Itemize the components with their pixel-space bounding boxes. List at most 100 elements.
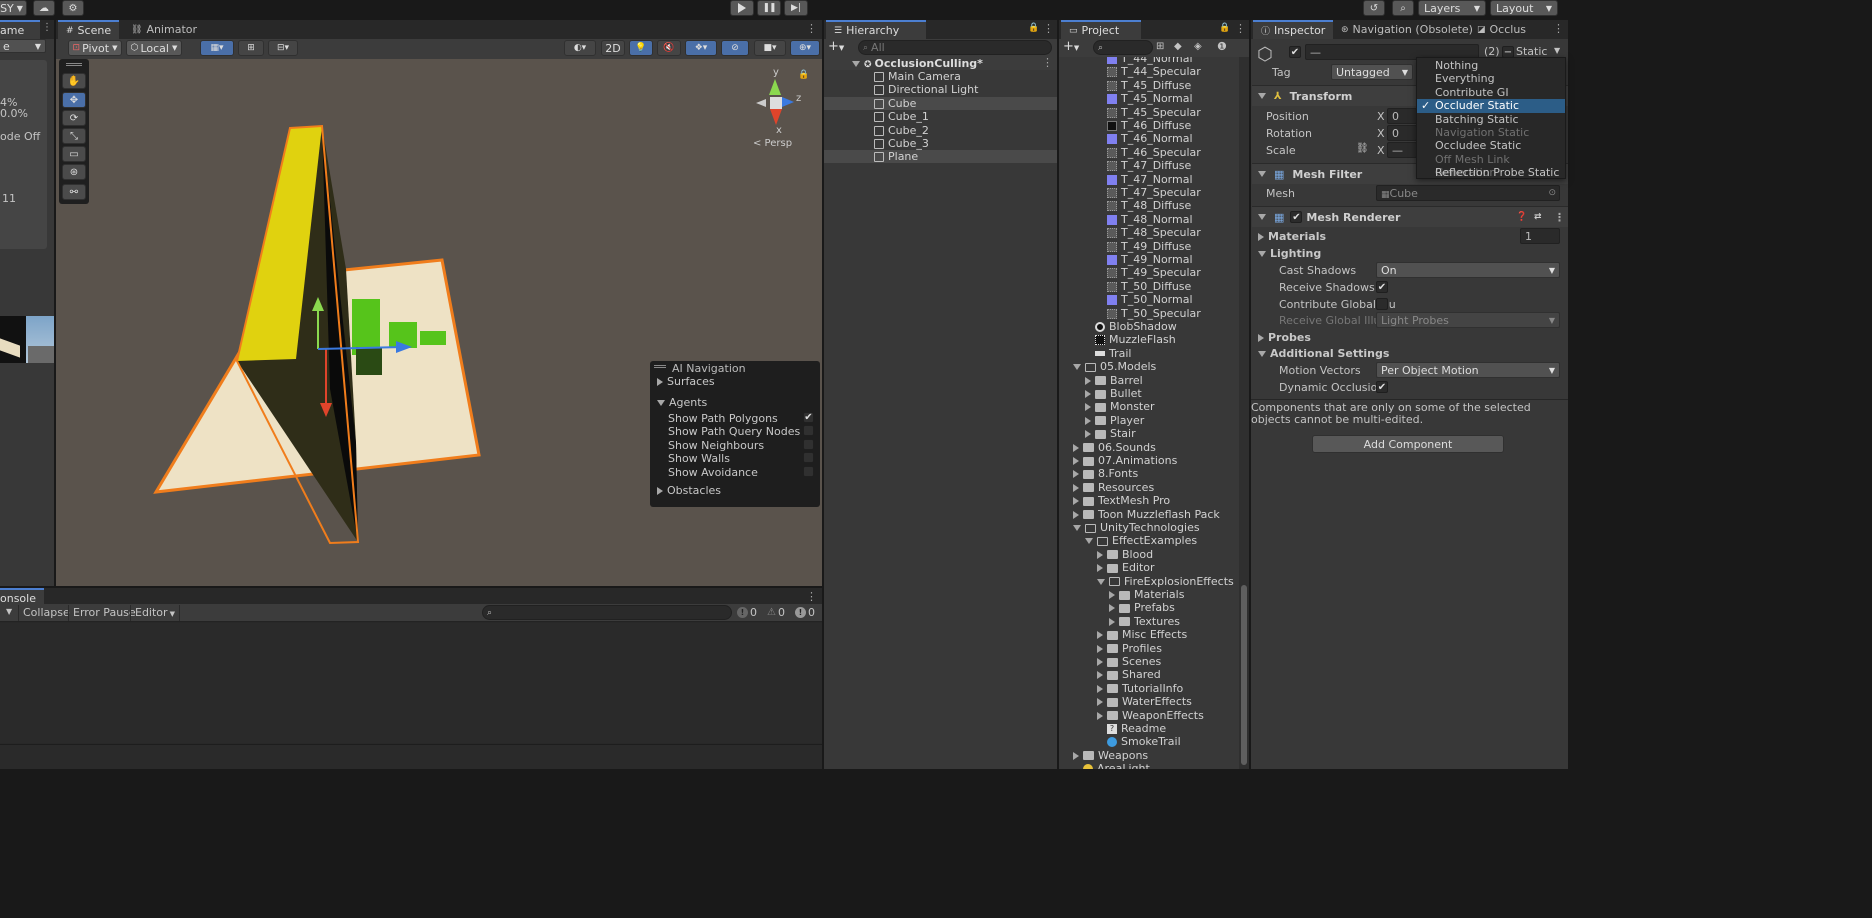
console-more-icon[interactable]: ⋮ (806, 590, 817, 603)
nav-option-checkbox[interactable]: ✔ (803, 412, 814, 423)
project-texture-item[interactable]: T_48_Specular (1107, 226, 1201, 239)
gizmos-dropdown[interactable]: ⊕▾ (790, 40, 820, 56)
hierarchy-item[interactable]: Main Camera (824, 70, 1057, 83)
project-folder-item[interactable]: Barrel (1085, 374, 1143, 387)
pause-button[interactable]: ❚❚ (757, 0, 781, 16)
project-texture-item[interactable]: T_50_Normal (1107, 293, 1193, 306)
step-button[interactable]: ▶| (784, 0, 808, 16)
project-folder-item[interactable]: Shared (1097, 668, 1161, 681)
collapse-button[interactable]: Collapse (18, 605, 74, 621)
active-checkbox[interactable]: ✔ (1289, 46, 1301, 58)
audio-toggle[interactable]: 🔇 (657, 40, 681, 56)
project-folder-item[interactable]: EffectExamples (1085, 534, 1197, 547)
project-texture-item[interactable]: T_49_Specular (1107, 266, 1201, 279)
hierarchy-search-input[interactable]: ⌕ All (858, 40, 1052, 55)
visibility-toggle[interactable]: ⊘ (721, 40, 749, 56)
gizmo-z-cone[interactable] (782, 97, 794, 107)
project-folder-item[interactable]: Weapons (1073, 749, 1148, 762)
hierarchy-item[interactable]: Cube_3 (824, 137, 1057, 150)
local-dropdown[interactable]: ⬡ Local ▼ (126, 40, 182, 56)
nav-option-checkbox[interactable] (803, 452, 814, 464)
project-texture-item[interactable]: T_47_Normal (1107, 173, 1193, 186)
project-texture-item[interactable]: T_46_Diffuse (1107, 119, 1191, 132)
project-folder-item[interactable]: Resources (1073, 481, 1154, 494)
project-folder-item[interactable]: 8.Fonts (1073, 467, 1138, 480)
project-folder-item[interactable]: Editor (1097, 561, 1155, 574)
editor-dropdown[interactable]: Editor ▼ (130, 605, 180, 621)
project-texture-item[interactable]: T_46_Normal (1107, 132, 1193, 145)
project-more-icon[interactable]: ⋮ (1235, 22, 1246, 35)
hidden-packages-icon[interactable]: ❶ (1217, 40, 1227, 53)
hierarchy-item[interactable]: Cube (824, 96, 1057, 110)
project-folder-item[interactable]: 06.Sounds (1073, 441, 1156, 454)
play-button[interactable] (730, 0, 754, 16)
project-folder-item[interactable]: WaterEffects (1097, 695, 1192, 708)
palette-grip[interactable] (66, 63, 82, 66)
search-by-label-icon[interactable]: ◆ (1174, 41, 1182, 52)
project-texture-item[interactable]: T_47_Specular (1107, 186, 1201, 199)
console-detail-area[interactable] (0, 744, 822, 769)
project-asset-item[interactable]: MuzzleFlash (1095, 333, 1176, 346)
gizmo-left-cone[interactable] (756, 99, 766, 107)
create-dropdown[interactable]: +▼ (828, 40, 844, 55)
tab-inspector[interactable]: ⓘ Inspector (1253, 20, 1334, 39)
project-asset-item[interactable]: AreaLight (1083, 762, 1150, 769)
probes-foldout[interactable]: Probes (1258, 329, 1311, 346)
obstacles-foldout[interactable]: Obstacles (657, 484, 721, 497)
layers-dropdown[interactable]: Layers ▼ (1418, 0, 1486, 16)
static-menu-item[interactable]: Batching Static (1417, 113, 1565, 126)
transform-tool[interactable]: ⊛ (62, 164, 86, 180)
tab-animator[interactable]: ⛓ Animator (123, 20, 205, 39)
project-texture-item[interactable]: T_50_Specular (1107, 307, 1201, 320)
nav-option-checkbox[interactable] (803, 438, 814, 450)
rotate-tool[interactable]: ⟳ (62, 110, 86, 126)
scene-more-icon[interactable]: ⋮ (1042, 56, 1053, 69)
nav-option-checkbox[interactable] (803, 425, 814, 437)
project-folder-item[interactable]: Stair (1085, 427, 1136, 440)
project-folder-item[interactable]: 05.Models (1073, 360, 1156, 373)
project-folder-item[interactable]: Textures (1109, 615, 1180, 628)
overlay-grip[interactable] (654, 365, 666, 368)
tab-scene[interactable]: # Scene (58, 20, 120, 39)
position-x-field[interactable]: 0 (1387, 108, 1417, 124)
static-menu-item[interactable]: Nothing (1417, 59, 1565, 72)
mesh-renderer-enabled-checkbox[interactable]: ✔ (1290, 211, 1303, 223)
error-count[interactable]: ! 0 (795, 606, 815, 619)
additional-settings-foldout[interactable]: Additional Settings (1258, 345, 1389, 362)
project-folder-item[interactable]: UnityTechnologies (1073, 521, 1200, 534)
mesh-renderer-header[interactable]: ▦ ✔ Mesh Renderer ❓ ⇄ ⋮ (1252, 206, 1568, 227)
hierarchy-item[interactable]: Plane (824, 150, 1057, 164)
project-search-input[interactable]: ⌕ (1093, 40, 1153, 55)
console-log-area[interactable] (0, 623, 822, 743)
layout-dropdown[interactable]: Layout ▼ (1490, 0, 1558, 16)
project-folder-item[interactable]: Scenes (1097, 655, 1161, 668)
2d-toggle[interactable]: 2D (601, 40, 625, 56)
project-texture-item[interactable]: T_44_Specular (1107, 65, 1201, 78)
project-folder-item[interactable]: Bullet (1085, 387, 1142, 400)
move-tool[interactable]: ✥ (62, 92, 86, 108)
materials-foldout[interactable]: Materials (1258, 228, 1326, 245)
inspector-more-icon[interactable]: ⋮ (1553, 22, 1564, 35)
project-folder-item[interactable]: Player (1085, 414, 1144, 427)
static-menu-item[interactable]: Occludee Static (1417, 139, 1565, 152)
scene-viewport[interactable]: y z x 🔒 < Persp ✋ ✥ ⟳ ⤡ ▭ ⊛ ⚯ AI Navigat… (56, 59, 822, 586)
error-pause-button[interactable]: Error Pause (68, 605, 140, 621)
project-folder-item[interactable]: Monster (1085, 400, 1155, 413)
component-more-icon[interactable]: ⋮ (1554, 211, 1565, 224)
tab-project[interactable]: ▭ Project (1061, 20, 1141, 39)
search-button[interactable]: ⌕ (1392, 0, 1414, 16)
mesh-field[interactable]: ▦Cube ⊙ (1376, 185, 1560, 201)
nav-option-checkbox[interactable] (803, 465, 814, 477)
project-texture-item[interactable]: T_48_Diffuse (1107, 199, 1191, 212)
hierarchy-item[interactable]: Directional Light (824, 83, 1057, 96)
project-texture-item[interactable]: T_48_Normal (1107, 213, 1193, 226)
project-texture-item[interactable]: T_45_Diffuse (1107, 79, 1191, 92)
custom-tool[interactable]: ⚯ (62, 184, 86, 200)
project-texture-item[interactable]: T_46_Specular (1107, 146, 1201, 159)
gizmo-center-cube[interactable] (770, 97, 782, 109)
hierarchy-item[interactable]: Cube_1 (824, 110, 1057, 123)
hierarchy-item[interactable]: Cube_2 (824, 124, 1057, 137)
project-folder-item[interactable]: Toon Muzzleflash Pack (1073, 508, 1220, 521)
dynamic-occlusion-checkbox[interactable]: ✔ (1376, 381, 1388, 393)
surfaces-foldout[interactable]: Surfaces (657, 375, 715, 388)
